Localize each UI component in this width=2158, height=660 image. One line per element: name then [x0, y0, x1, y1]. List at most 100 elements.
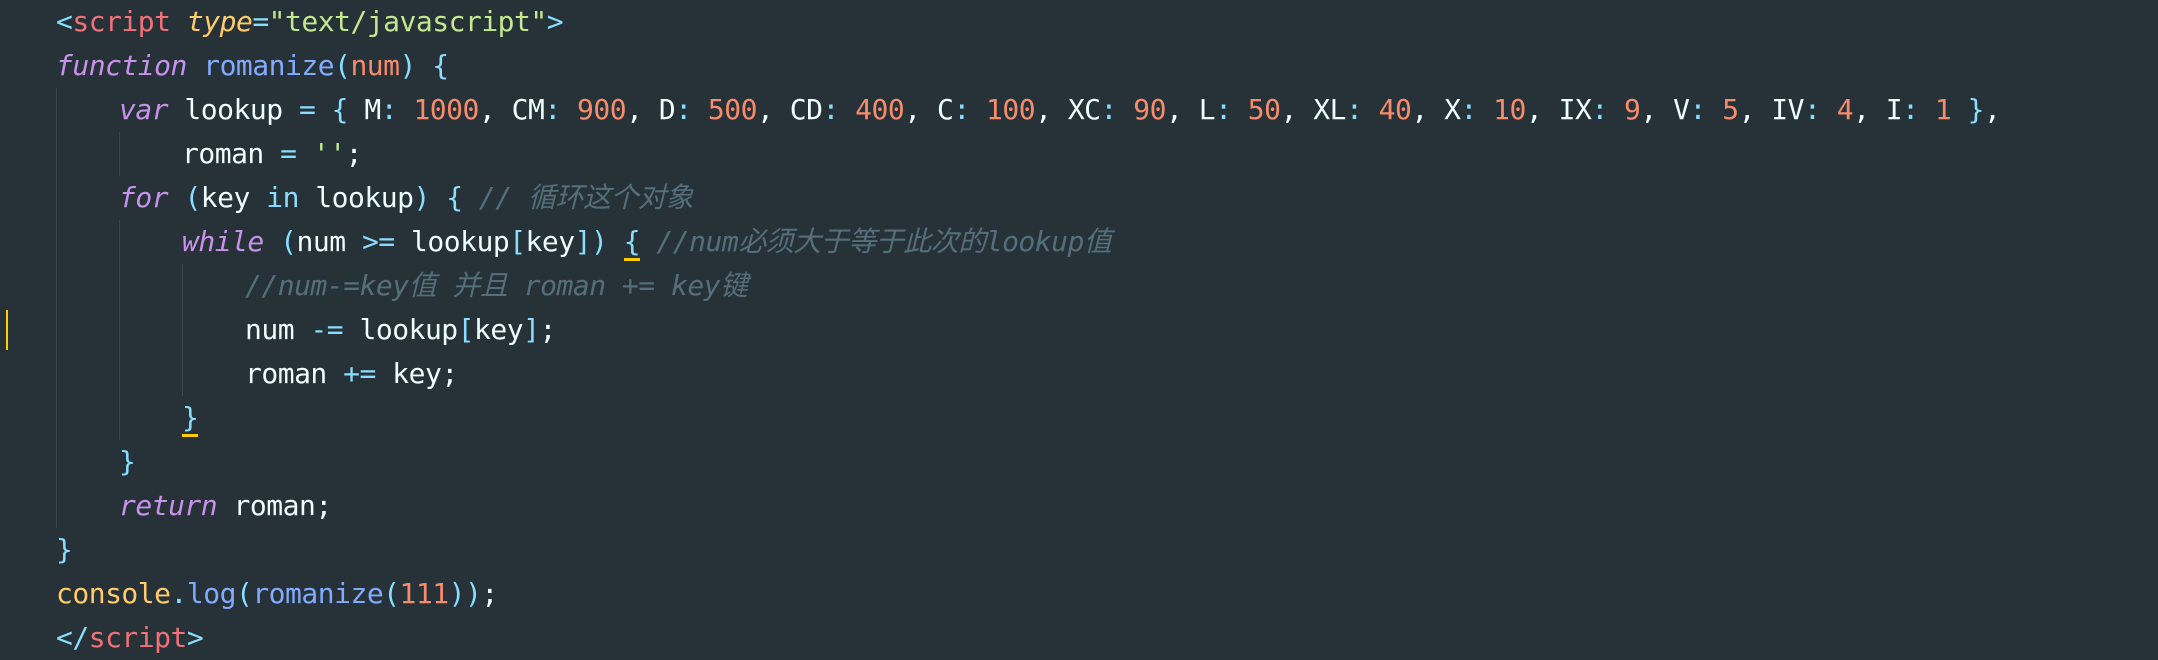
- code-token: >: [546, 5, 564, 38]
- code-line[interactable]: <script type="text/javascript">: [56, 0, 564, 44]
- code-token: 1000: [413, 93, 479, 126]
- code-token: [: [509, 225, 526, 258]
- code-token: lookup: [343, 313, 459, 346]
- code-token: =: [252, 5, 269, 38]
- code-token: ;: [345, 137, 363, 170]
- code-editor[interactable]: <script type="text/javascript"> function …: [0, 0, 2158, 658]
- code-token: , CM: [478, 93, 545, 126]
- code-token: :: [1591, 93, 1608, 126]
- code-line[interactable]: var lookup = { M: 1000, CM: 900, D: 500,…: [119, 88, 2001, 132]
- code-line[interactable]: for (key in lookup) { // 循环这个对象: [119, 176, 693, 220]
- code-line[interactable]: while (num >= lookup[key]) { //num必须大于等于…: [182, 220, 1112, 264]
- code-token: romanize: [252, 577, 384, 610]
- code-token: <: [56, 5, 73, 38]
- code-token: [: [457, 313, 475, 346]
- code-line[interactable]: function romanize(num) {: [56, 44, 449, 88]
- code-token: }: [1967, 93, 1985, 126]
- code-line[interactable]: }: [56, 528, 73, 572]
- code-token: (: [184, 181, 201, 214]
- code-token: while: [182, 225, 264, 258]
- code-token: 400: [855, 93, 905, 126]
- code-line[interactable]: return roman;: [119, 484, 332, 528]
- code-token: </: [56, 621, 89, 654]
- code-token: lookup: [298, 181, 414, 214]
- code-token: .: [170, 577, 188, 610]
- code-token: :: [1100, 93, 1118, 126]
- code-token: log: [186, 577, 237, 610]
- code-token: >: [186, 621, 204, 654]
- code-token: ): [399, 49, 417, 82]
- code-token: lookup: [394, 225, 510, 258]
- code-line[interactable]: num -= lookup[key];: [245, 308, 556, 352]
- code-line[interactable]: roman += key;: [245, 352, 458, 396]
- indent-guide: [119, 132, 120, 176]
- code-token: "text/javascript": [268, 5, 548, 38]
- code-token: , IV: [1738, 93, 1805, 126]
- code-line[interactable]: }: [119, 440, 136, 484]
- code-token: '': [312, 137, 346, 170]
- code-token: {: [446, 181, 463, 214]
- code-token: ;: [315, 489, 332, 522]
- code-token: {: [623, 225, 641, 261]
- text-caret: [6, 310, 8, 350]
- code-token: , I: [1853, 93, 1903, 126]
- code-line[interactable]: console.log(romanize(111));: [56, 572, 498, 616]
- code-token: //num必须大于等于此次的lookup值: [656, 225, 1112, 258]
- code-token: 111: [399, 577, 450, 610]
- code-token: key: [200, 181, 267, 214]
- code-token: (: [280, 225, 297, 258]
- indent-guide: [56, 88, 57, 528]
- code-token: , D: [626, 93, 676, 126]
- code-token: , L: [1165, 93, 1216, 126]
- code-token: roman: [182, 137, 281, 170]
- code-token: 5: [1722, 93, 1739, 126]
- code-token: ;: [441, 357, 458, 390]
- code-token: }: [182, 401, 199, 437]
- code-token: // 循环这个对象: [478, 181, 694, 214]
- code-token: {: [432, 49, 449, 82]
- code-token: type: [186, 5, 253, 38]
- code-line[interactable]: //num-=key值 并且 roman += key键: [245, 264, 748, 308]
- code-token: :: [1902, 93, 1919, 126]
- indent-guide: [119, 220, 120, 440]
- code-token: +=: [343, 357, 376, 390]
- code-token: }: [56, 533, 73, 566]
- code-token: key: [525, 225, 576, 258]
- code-token: :: [675, 93, 692, 126]
- code-token: script: [72, 5, 171, 38]
- code-token: romanize: [203, 49, 335, 82]
- code-token: :: [1804, 93, 1821, 126]
- code-token: 40: [1378, 93, 1412, 126]
- code-token: lookup: [168, 93, 299, 126]
- code-token: (: [334, 49, 351, 82]
- code-token: //num-=key值 并且 roman += key键: [245, 269, 748, 302]
- code-line[interactable]: }: [182, 396, 199, 440]
- code-token: >=: [361, 225, 395, 258]
- code-token: script: [88, 621, 188, 654]
- code-token: num: [245, 313, 311, 346]
- code-token: ;: [481, 577, 498, 610]
- code-token: 500: [707, 93, 758, 126]
- code-token: :: [1215, 93, 1232, 126]
- code-token: in: [266, 181, 299, 214]
- code-line[interactable]: </script>: [56, 616, 204, 660]
- code-token: 4: [1836, 93, 1854, 126]
- code-line[interactable]: roman = '';: [182, 132, 362, 176]
